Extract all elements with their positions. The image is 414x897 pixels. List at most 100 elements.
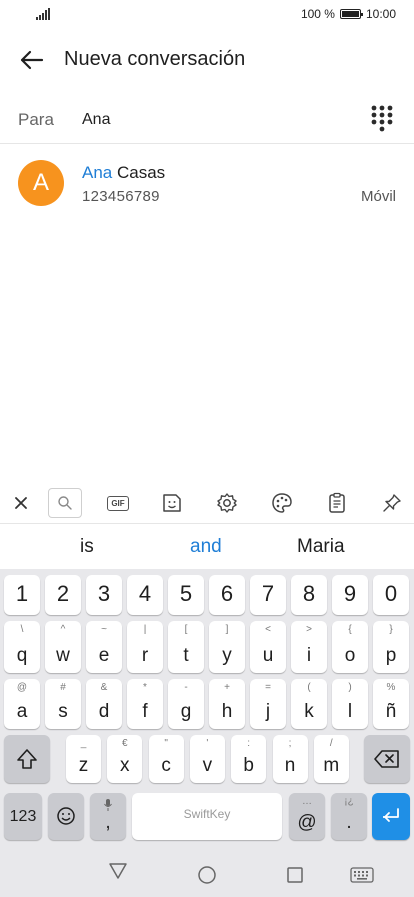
letter-key[interactable]: :b — [231, 735, 267, 783]
letter-key[interactable]: ; n — [272, 735, 308, 783]
back-arrow-icon[interactable] — [18, 48, 44, 72]
key-hint: ] — [225, 624, 229, 635]
signal-icon — [36, 8, 50, 20]
letter-key[interactable]: [t — [168, 621, 204, 673]
home-circle-icon[interactable] — [197, 865, 217, 885]
comma-key-label: , — [105, 812, 111, 833]
symbols-key-label: 123 — [9, 808, 37, 825]
letter-key[interactable]: ' v — [189, 735, 225, 783]
key-label: k — [304, 701, 314, 722]
period-key[interactable]: ¡¿ . — [331, 793, 367, 840]
recipient-input[interactable] — [82, 106, 352, 134]
at-key[interactable]: … @ — [289, 793, 325, 840]
letter-key[interactable]: * f — [127, 679, 163, 729]
number-key[interactable]: 5 — [168, 575, 204, 615]
number-key[interactable]: 8 — [291, 575, 327, 615]
key-label: e — [98, 645, 110, 666]
key-label: 6 — [220, 581, 234, 606]
theme-palette-icon[interactable] — [267, 489, 297, 517]
letter-key[interactable]: = j — [250, 679, 286, 729]
dialpad-icon[interactable] — [370, 104, 394, 132]
keyboard-icon[interactable] — [350, 867, 374, 883]
gif-icon[interactable]: GIF — [103, 489, 133, 517]
contact-name-rest: Casas — [112, 163, 166, 182]
recents-square-icon[interactable] — [286, 866, 304, 884]
emoji-icon — [57, 807, 75, 825]
contact-name: Ana Casas — [82, 163, 165, 183]
sticker-icon[interactable] — [157, 489, 187, 517]
key-label: y — [222, 645, 232, 666]
word-suggestions: is and Maria — [0, 525, 414, 569]
pin-icon[interactable] — [377, 489, 407, 517]
number-key[interactable]: 0 — [373, 575, 409, 615]
number-key[interactable]: 3 — [86, 575, 122, 615]
letter-key[interactable]: -g — [168, 679, 204, 729]
letter-key[interactable]: & d — [86, 679, 122, 729]
letter-key[interactable]: ) l — [332, 679, 368, 729]
letter-key[interactable]: " c — [148, 735, 184, 783]
suggestion-right[interactable]: Maria — [297, 536, 345, 558]
key-hint: _ — [80, 738, 87, 749]
key-label: s — [58, 701, 68, 722]
key-hint: " — [164, 738, 168, 749]
enter-key[interactable] — [372, 793, 410, 840]
key-hint: : — [247, 738, 251, 749]
number-key[interactable]: 7 — [250, 575, 286, 615]
close-icon[interactable] — [6, 489, 36, 517]
letter-key[interactable]: _ z — [66, 735, 101, 783]
gif-label: GIF — [107, 495, 129, 511]
key-label: o — [344, 645, 356, 666]
key-hint: = — [265, 682, 271, 693]
letter-key[interactable]: (k — [291, 679, 327, 729]
shift-key[interactable] — [4, 735, 50, 783]
letter-key[interactable]: / m — [313, 735, 349, 783]
letter-key[interactable]: ] y — [209, 621, 245, 673]
letter-key[interactable]: {o — [332, 621, 368, 673]
key-hint: { — [348, 624, 352, 635]
clipboard-icon[interactable] — [322, 489, 352, 517]
letter-key[interactable]: + h — [209, 679, 245, 729]
letter-key[interactable]: ^ w — [45, 621, 81, 673]
key-label: p — [385, 645, 397, 666]
number-key[interactable]: 4 — [127, 575, 163, 615]
emoji-key[interactable] — [48, 793, 84, 840]
settings-icon[interactable] — [212, 489, 242, 517]
number-key[interactable]: 9 — [332, 575, 368, 615]
letter-key[interactable]: ~ e — [86, 621, 122, 673]
number-key[interactable]: 6 — [209, 575, 245, 615]
suggestion-left[interactable]: is — [80, 536, 94, 558]
status-bar: 100 % 10:00 — [0, 0, 414, 30]
search-icon[interactable] — [48, 488, 82, 518]
letter-key[interactable]: € x — [107, 735, 143, 783]
letter-key[interactable]: @ a — [4, 679, 40, 729]
key-label: w — [56, 645, 70, 666]
key-label: 5 — [179, 581, 193, 606]
backspace-key[interactable] — [364, 735, 410, 783]
avatar: A — [18, 160, 64, 206]
key-label: 9 — [343, 581, 357, 606]
number-key[interactable]: 2 — [45, 575, 81, 615]
letter-key[interactable]: < u — [250, 621, 286, 673]
letter-key[interactable]: # s — [45, 679, 81, 729]
enter-icon — [383, 808, 399, 822]
contact-name-match: Ana — [82, 163, 113, 182]
suggestion-center[interactable]: and — [190, 536, 222, 558]
contact-suggestion[interactable]: A Ana Casas 123456789 Móvil — [0, 152, 414, 216]
key-hint: ~ — [101, 624, 107, 635]
key-label: b — [243, 755, 254, 776]
space-key[interactable]: SwiftKey — [132, 793, 282, 840]
back-triangle-icon[interactable] — [108, 862, 128, 880]
symbols-key[interactable]: 123 — [4, 793, 42, 840]
battery-icon — [339, 9, 363, 19]
key-hint: # — [60, 682, 66, 693]
letter-key[interactable]: | r — [127, 621, 163, 673]
key-label: f — [142, 701, 148, 722]
comma-key[interactable]: , — [90, 793, 126, 840]
keyboard-toolbar: GIF — [0, 482, 414, 524]
letter-key[interactable]: \ q — [4, 621, 40, 673]
letter-key[interactable]: > i — [291, 621, 327, 673]
letter-key[interactable]: % ñ — [373, 679, 409, 729]
key-label: ñ — [385, 701, 397, 722]
letter-key[interactable]: } p — [373, 621, 409, 673]
number-key[interactable]: 1 — [4, 575, 40, 615]
